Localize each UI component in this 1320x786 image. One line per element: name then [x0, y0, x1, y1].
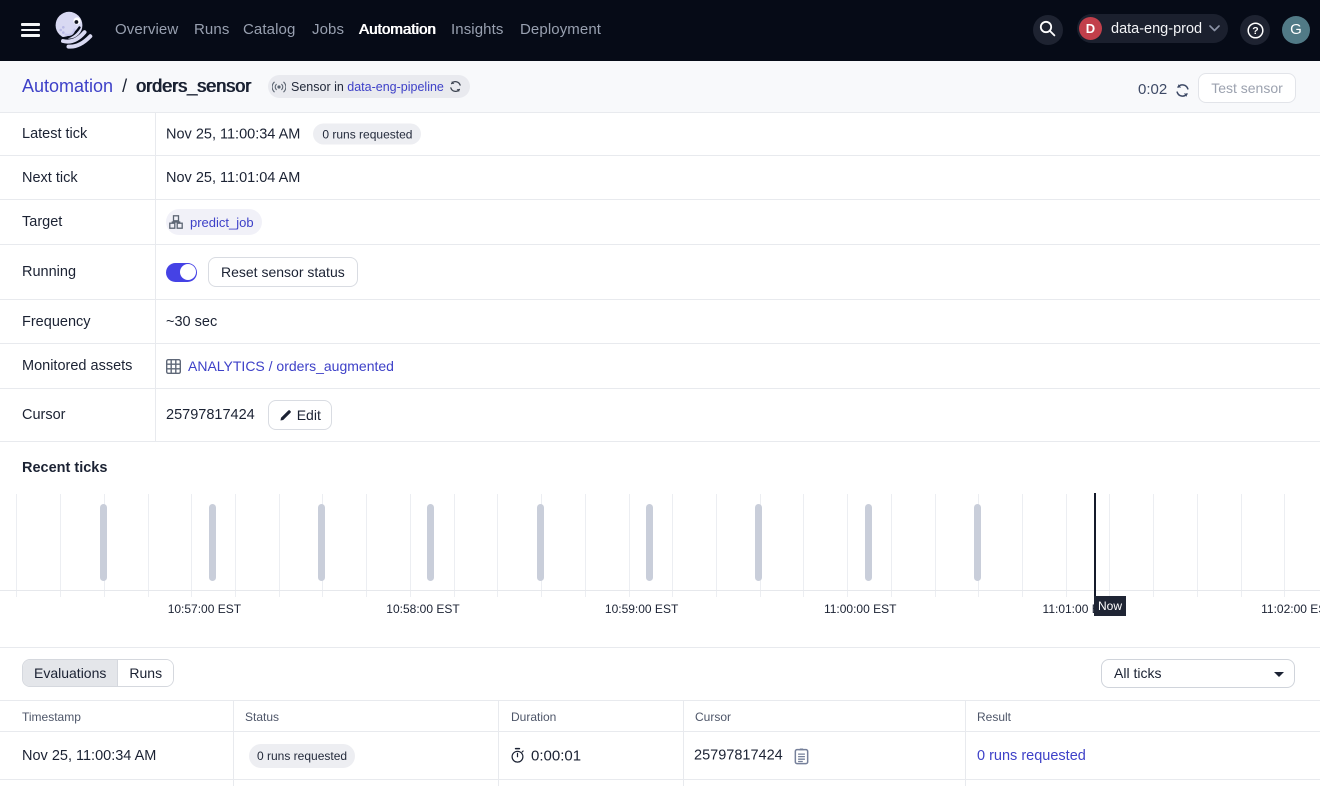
svg-text:?: ? — [1252, 25, 1258, 37]
